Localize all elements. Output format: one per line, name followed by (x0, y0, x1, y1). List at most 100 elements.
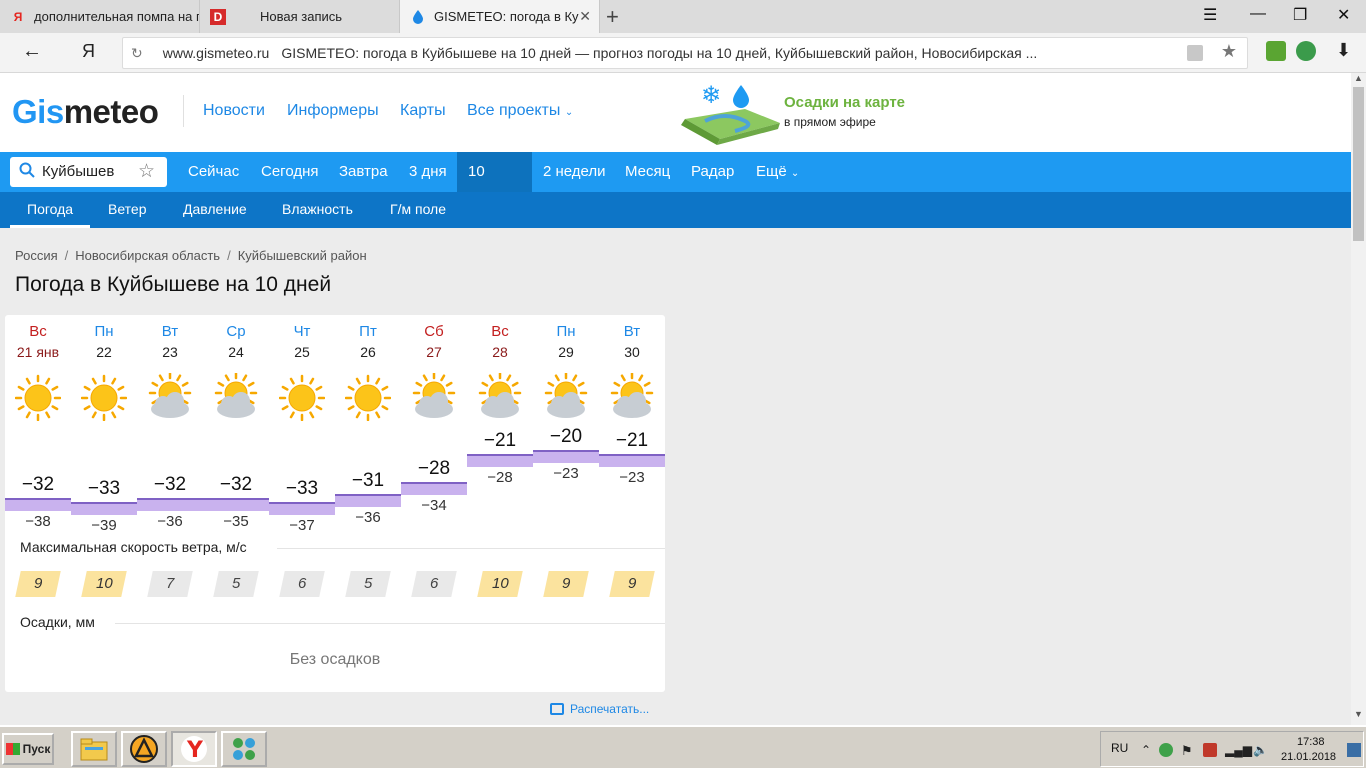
nav-tomorrow[interactable]: Завтра (328, 152, 399, 192)
print-label: Распечатать... (570, 702, 650, 716)
nav-month[interactable]: Месяц (614, 152, 681, 192)
extension-download-icon[interactable] (1266, 41, 1286, 61)
promo-subtitle: в прямом эфире (784, 115, 876, 129)
new-tab-icon[interactable]: + (606, 4, 619, 30)
subnav-pressure[interactable]: Давление (166, 192, 264, 228)
temperature-band (203, 498, 269, 511)
bookmark-star-icon[interactable]: ★ (1221, 41, 1237, 62)
nav-all-projects[interactable]: Все проекты ⌄ (467, 102, 573, 120)
day-date: 23 (162, 344, 178, 360)
nav-3-days[interactable]: 3 дня (398, 152, 458, 192)
nav-now[interactable]: Сейчас (177, 152, 250, 192)
show-desktop-icon[interactable] (1347, 743, 1361, 757)
page-title: Погода в Куйбышеве на 10 дней (15, 273, 332, 296)
reload-icon[interactable]: ↻ (131, 45, 143, 62)
temperature-band (71, 502, 137, 515)
tray-flag-icon[interactable]: ⚑ (1181, 743, 1195, 758)
wind-speed-badge: 10 (477, 571, 523, 597)
forecast-day-column[interactable]: Вс 21 янв −32 −38 9 (5, 315, 71, 692)
forecast-day-column[interactable]: Вт 23 −32 −36 7 (137, 315, 203, 692)
breadcrumb-region[interactable]: Новосибирская область (75, 248, 220, 263)
scroll-thumb[interactable] (1353, 87, 1364, 241)
forecast-day-column[interactable]: Пн 29 −20 −23 9 (533, 315, 599, 692)
address-bar[interactable]: ↻ www.gismeteo.ru GISMETEO: погода в Куй… (122, 37, 1248, 69)
favorite-star-icon[interactable]: ☆ (138, 160, 155, 183)
nav-maps[interactable]: Карты (400, 102, 446, 120)
promo-title[interactable]: Осадки на карте (784, 94, 905, 111)
system-tray: RU ⌃ ⚑ ▂▄▆ 🔈 17:38 21.01.2018 (1100, 731, 1364, 767)
forecast-day-column[interactable]: Вс 28 −21 −28 10 (467, 315, 533, 692)
day-of-week: Ср (226, 323, 246, 340)
subnav-weather[interactable]: Погода (10, 192, 91, 228)
yandex-icon[interactable]: Я (82, 41, 95, 62)
tray-antivirus-icon[interactable] (1203, 743, 1217, 757)
temp-min: −37 (289, 517, 315, 534)
forecast-day-column[interactable]: Пн 22 −33 −39 10 (71, 315, 137, 692)
tab-new-post[interactable]: D Новая запись (200, 0, 400, 33)
back-arrow-icon[interactable]: ← (22, 40, 42, 63)
close-tab-icon[interactable]: ✕ (579, 8, 591, 25)
nav-news[interactable]: Новости (203, 102, 265, 120)
tray-expand-icon[interactable]: ⌃ (1141, 743, 1155, 757)
folder-icon (80, 738, 108, 761)
nav-2-weeks[interactable]: 2 недели (532, 152, 617, 192)
clock-time: 17:38 (1297, 736, 1325, 748)
start-button[interactable]: Пуск (2, 733, 54, 765)
forecast-card: Максимальная скорость ветра, м/с Осадки,… (5, 315, 665, 692)
breadcrumb-district[interactable]: Куйбышевский район (238, 248, 367, 263)
main-nav: Куйбышев ☆ Сейчас Сегодня Завтра 3 дня 1… (0, 152, 1351, 220)
breadcrumb-russia[interactable]: Россия (15, 248, 58, 263)
wind-speed-badge: 9 (15, 571, 61, 597)
address-row: ← Я ↻ www.gismeteo.ru GISMETEO: погода в… (0, 33, 1366, 73)
page-scrollbar[interactable]: ▲ ▼ (1351, 73, 1366, 725)
wind-speed-value: 5 (231, 575, 241, 592)
subnav-geomagnetic[interactable]: Г/м поле (373, 192, 463, 228)
breadcrumb-separator: / (227, 248, 231, 263)
tab-title: дополнительная помпа на г (34, 9, 199, 24)
aimp-taskbar-button[interactable] (121, 731, 167, 767)
nav-10-days[interactable]: 10 дней (457, 152, 532, 220)
extension-shield-icon[interactable] (1296, 41, 1316, 61)
restore-icon[interactable]: ❐ (1293, 5, 1307, 25)
temp-min: −38 (25, 513, 51, 530)
menu-icon[interactable]: ☰ (1203, 5, 1217, 25)
temp-min: −28 (487, 469, 513, 486)
wind-speed-value: 9 (33, 575, 43, 592)
nav-radar[interactable]: Радар (680, 152, 745, 192)
downloads-icon[interactable]: ⬇ (1336, 40, 1351, 61)
forecast-day-column[interactable]: Пт 26 −31 −36 5 (335, 315, 401, 692)
scroll-down-icon[interactable]: ▼ (1354, 709, 1363, 719)
subnav-humidity[interactable]: Влажность (265, 192, 370, 228)
forecast-day-column[interactable]: Вт 30 −21 −23 9 (599, 315, 665, 692)
forecast-day-column[interactable]: Сб 27 −28 −34 6 (401, 315, 467, 692)
close-window-icon[interactable]: ✕ (1337, 5, 1350, 25)
tray-signal-icon[interactable]: ▂▄▆ (1225, 743, 1252, 757)
lock-icon[interactable] (1187, 45, 1203, 61)
network-app-taskbar-button[interactable] (221, 731, 267, 767)
yandex-browser-taskbar-button[interactable]: Y (171, 731, 217, 767)
print-link[interactable]: Распечатать... (550, 702, 649, 716)
forecast-day-column[interactable]: Чт 25 −33 −37 6 (269, 315, 335, 692)
gismeteo-logo[interactable]: Gismeteo (12, 93, 159, 131)
subnav-wind[interactable]: Ветер (91, 192, 164, 228)
nav-more[interactable]: Ещё ⌄ (745, 152, 810, 192)
forecast-day-column[interactable]: Ср 24 −32 −35 5 (203, 315, 269, 692)
scroll-up-icon[interactable]: ▲ (1354, 73, 1363, 83)
minimize-icon[interactable]: — (1250, 5, 1266, 23)
language-indicator[interactable]: RU (1111, 741, 1128, 755)
precip-map-promo-icon[interactable]: ❄ (675, 81, 780, 147)
sub-nav: Погода Ветер Давление Влажность Г/м поле (0, 192, 1351, 228)
temp-max: −33 (285, 478, 319, 499)
day-of-week: Пн (556, 323, 576, 340)
tray-volume-icon[interactable]: 🔈 (1253, 743, 1268, 757)
tab-gismeteo[interactable]: GISMETEO: погода в Куйб ✕ (400, 0, 600, 33)
explorer-taskbar-button[interactable] (71, 731, 117, 767)
nav-today[interactable]: Сегодня (250, 152, 330, 192)
breadcrumb-separator: / (64, 248, 69, 263)
nav-informers[interactable]: Информеры (287, 102, 379, 120)
temperature-band (137, 498, 203, 511)
tray-app-icon[interactable] (1159, 743, 1173, 757)
tab-pump[interactable]: Я дополнительная помпа на г (0, 0, 200, 33)
city-search-input[interactable]: Куйбышев ☆ (10, 157, 167, 187)
temp-max: −21 (483, 430, 517, 451)
